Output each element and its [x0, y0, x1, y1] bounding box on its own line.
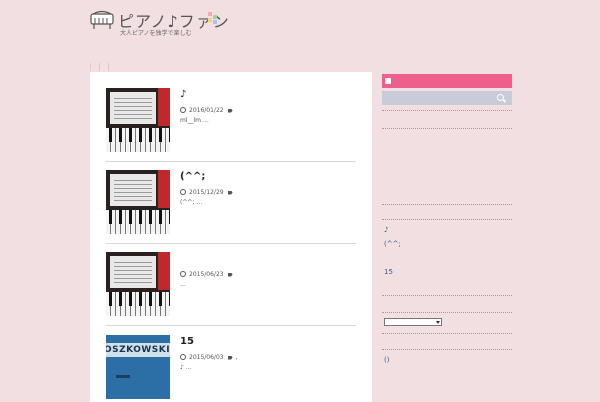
- divider: [382, 128, 512, 129]
- post-thumbnail[interactable]: [106, 170, 170, 234]
- divider: [382, 295, 512, 296]
- post-excerpt: …: [180, 281, 186, 288]
- color-blocks-icon: [208, 12, 218, 24]
- nav-divider: [90, 63, 91, 71]
- thumbnail-text: OSZKOWSKI: [106, 343, 170, 357]
- post-excerpt: ♪ …: [180, 364, 192, 371]
- post-excerpt: ml__lm …: [180, 117, 209, 124]
- recent-post-link[interactable]: (^^;: [384, 240, 401, 248]
- divider: [382, 110, 512, 111]
- divider: [106, 161, 356, 162]
- post-list: ♪ 2016/01/22 ml__lm … (^^; 2015/12/29 (^…: [90, 72, 372, 402]
- chevron-down-icon: [436, 321, 440, 324]
- recent-post-link[interactable]: 15: [384, 268, 393, 276]
- site-tagline: 大人ピアノを独学で楽しむ: [120, 30, 192, 37]
- top-navigation: [90, 56, 130, 71]
- post-meta: 2016/01/22: [180, 107, 236, 114]
- post-thumbnail[interactable]: [106, 252, 170, 316]
- divider: [382, 204, 512, 205]
- post-title-link[interactable]: ♪: [180, 89, 186, 100]
- tag-icon: [227, 272, 233, 277]
- rss-icon: [385, 78, 391, 84]
- post-meta: 2015/12/29: [180, 189, 236, 196]
- post-thumbnail[interactable]: OSZKOWSKI: [106, 335, 170, 399]
- site-logo[interactable]: ピアノ♪ファン 大人ピアノを独学で楽しむ: [90, 8, 230, 38]
- post-excerpt: (^^; …: [180, 199, 203, 206]
- nav-divider: [99, 63, 100, 71]
- divider: [382, 349, 512, 350]
- post-tags[interactable]: ,: [236, 354, 238, 361]
- post-title-link[interactable]: (^^;: [180, 171, 205, 182]
- clock-icon: [180, 189, 186, 195]
- post-date: 2015/12/29: [189, 189, 224, 196]
- post-date: 2015/06/23: [189, 271, 224, 278]
- nav-divider: [108, 63, 109, 71]
- divider: [106, 325, 356, 326]
- recent-post-link[interactable]: ♪: [384, 226, 388, 234]
- tag-icon: [227, 190, 233, 195]
- divider: [382, 333, 512, 334]
- piano-icon: [90, 10, 114, 29]
- post-date: 2016/01/22: [189, 107, 224, 114]
- divider: [106, 243, 356, 244]
- search-icon[interactable]: [497, 94, 504, 101]
- tag-icon: [227, 355, 233, 360]
- post-thumbnail[interactable]: [106, 88, 170, 152]
- clock-icon: [180, 354, 186, 360]
- rss-bar[interactable]: [382, 74, 512, 88]
- search-box[interactable]: [382, 91, 512, 105]
- post-title-link[interactable]: 15: [180, 336, 194, 347]
- divider: [382, 219, 512, 220]
- tag-icon: [227, 108, 233, 113]
- footer-link[interactable]: (): [384, 356, 389, 364]
- post-meta: 2015/06/03,: [180, 354, 238, 361]
- post-date: 2015/06/03: [189, 354, 224, 361]
- post-meta: 2015/06/23: [180, 271, 236, 278]
- archive-select[interactable]: [384, 318, 442, 326]
- divider: [382, 312, 512, 313]
- clock-icon: [180, 271, 186, 277]
- clock-icon: [180, 107, 186, 113]
